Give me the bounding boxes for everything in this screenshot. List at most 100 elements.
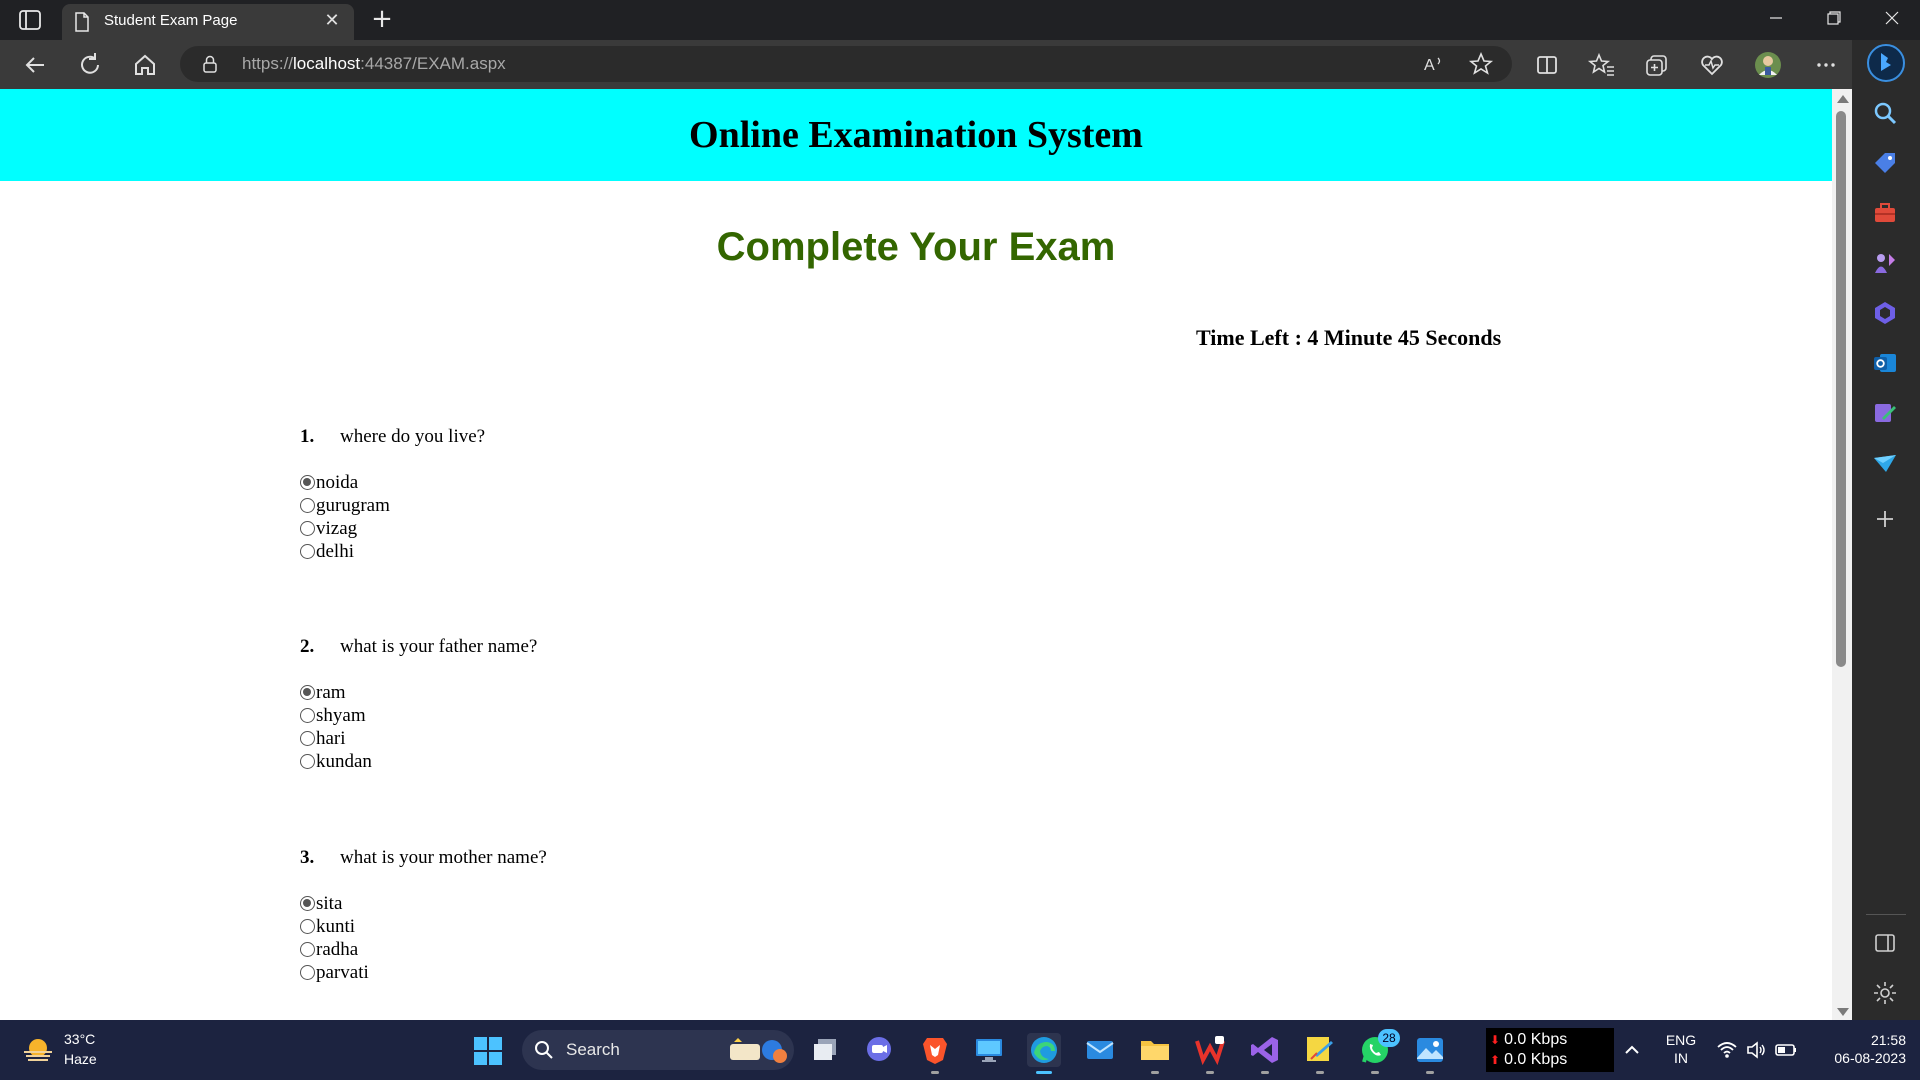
close-window-button[interactable] [1864,0,1920,40]
read-aloud-icon[interactable]: A [1418,49,1448,79]
folder-icon [1141,1041,1169,1060]
monitor-icon [976,1039,1002,1062]
page-title: Online Examination System [689,114,1143,156]
more-options-icon[interactable] [1811,50,1841,80]
address-bar[interactable]: https://localhost:44387/EXAM.aspx A [180,46,1512,82]
notification-badge: 28 [1378,1029,1400,1047]
option-vizag[interactable]: vizag [300,517,1100,540]
browser-tab-bar: Student Exam Page ✕ + [0,0,1920,40]
taskbar-desktop[interactable] [972,1033,1006,1067]
refresh-icon[interactable] [75,50,105,80]
taskbar-edge[interactable] [1027,1033,1061,1074]
option-kunti[interactable]: kunti [300,915,1100,938]
tab-actions-icon[interactable] [18,9,42,31]
send-icon[interactable] [1872,450,1898,476]
question-number: 2. [300,636,315,657]
minimize-button[interactable] [1748,0,1804,40]
windows-start-icon[interactable] [473,1036,503,1066]
option-delhi[interactable]: delhi [300,540,1100,563]
language-indicator[interactable]: ENG IN [1664,1031,1698,1067]
radio-button[interactable] [300,498,315,513]
radio-button[interactable] [300,708,315,723]
question-block: 3. what is your mother name? sita kunti r… [300,846,1100,984]
option-parvati[interactable]: parvati [300,961,1100,984]
option-ram[interactable]: ram [300,681,1100,704]
radio-button[interactable] [300,521,315,536]
battery-icon[interactable] [1774,1039,1798,1061]
radio-button[interactable] [300,685,315,700]
radio-button[interactable] [300,475,315,490]
visual-studio-icon [1251,1037,1278,1063]
option-gurugram[interactable]: gurugram [300,494,1100,517]
header-banner: Online Examination System [0,89,1832,181]
hide-sidebar-icon[interactable] [1872,930,1898,956]
radio-button[interactable] [300,754,315,769]
sidebar-divider [1866,914,1906,915]
tools-icon[interactable] [1872,200,1898,226]
taskbar-visual-studio[interactable] [1248,1033,1282,1074]
browser-tab[interactable]: Student Exam Page ✕ [62,4,354,40]
taskbar-search[interactable]: Search [522,1030,794,1070]
home-icon[interactable] [130,50,160,80]
favorite-star-icon[interactable] [1466,49,1496,79]
radio-button[interactable] [300,896,315,911]
weather-temperature: 33°C [64,1031,96,1047]
running-indicator [1426,1071,1434,1074]
url-text[interactable]: https://localhost:44387/EXAM.aspx [242,54,506,74]
scroll-up-arrow-icon[interactable] [1837,95,1849,103]
question-number: 3. [300,847,315,868]
radio-button[interactable] [300,731,315,746]
new-tab-button[interactable]: + [368,6,396,34]
taskbar-brave[interactable] [918,1033,952,1074]
upload-arrow-icon: ⬆ [1490,1053,1501,1067]
settings-gear-icon[interactable] [1872,980,1898,1006]
add-icon[interactable] [1872,506,1898,532]
outlook-icon[interactable] [1872,350,1898,376]
option-radha[interactable]: radha [300,938,1100,961]
taskbar-task-view[interactable] [808,1033,842,1067]
option-kundan[interactable]: kundan [300,750,1100,773]
radio-button[interactable] [300,942,315,957]
back-arrow-icon[interactable] [20,50,50,80]
games-icon[interactable] [1872,250,1898,276]
radio-button[interactable] [300,965,315,980]
option-noida[interactable]: noida [300,471,1100,494]
running-indicator [1206,1071,1214,1074]
option-hari[interactable]: hari [300,727,1100,750]
split-screen-icon[interactable] [1532,50,1562,80]
question-text: where do you live? [340,426,486,447]
page-scrollbar[interactable] [1832,89,1852,1020]
shopping-tag-icon[interactable] [1872,150,1898,176]
taskbar-teams-chat[interactable] [862,1033,896,1067]
radio-button[interactable] [300,919,315,934]
option-shyam[interactable]: shyam [300,704,1100,727]
taskbar-whatsapp[interactable]: 28 [1358,1029,1400,1074]
chat-icon [867,1037,891,1061]
haze-sun-icon [24,1039,52,1061]
browser-essentials-icon[interactable] [1697,50,1727,80]
taskbar-sticky-tools[interactable] [1303,1033,1337,1074]
taskbar-photos[interactable] [1413,1033,1447,1074]
show-hidden-icons-chevron-icon[interactable] [1622,1040,1642,1060]
clock[interactable]: 21:58 06-08-2023 [1808,1031,1906,1067]
lock-icon[interactable] [202,55,218,73]
taskbar-file-explorer[interactable] [1138,1033,1172,1074]
profile-avatar[interactable] [1753,50,1783,80]
drop-icon[interactable] [1872,400,1898,426]
running-indicator [1316,1071,1324,1074]
bing-copilot-icon[interactable] [1865,42,1907,84]
wifi-icon[interactable] [1716,1039,1738,1061]
search-icon[interactable] [1872,100,1898,126]
taskbar-wps-office[interactable] [1193,1033,1227,1074]
radio-button[interactable] [300,544,315,559]
scrollbar-thumb[interactable] [1836,111,1846,667]
volume-icon[interactable] [1745,1039,1767,1061]
collections-icon[interactable] [1642,50,1672,80]
scroll-down-arrow-icon[interactable] [1837,1008,1849,1016]
restore-button[interactable] [1806,0,1862,40]
close-tab-icon[interactable]: ✕ [322,11,342,31]
microsoft-365-icon[interactable] [1872,300,1898,326]
taskbar-mail[interactable] [1083,1033,1117,1067]
favorites-icon[interactable] [1587,50,1617,80]
option-sita[interactable]: sita [300,892,1100,915]
